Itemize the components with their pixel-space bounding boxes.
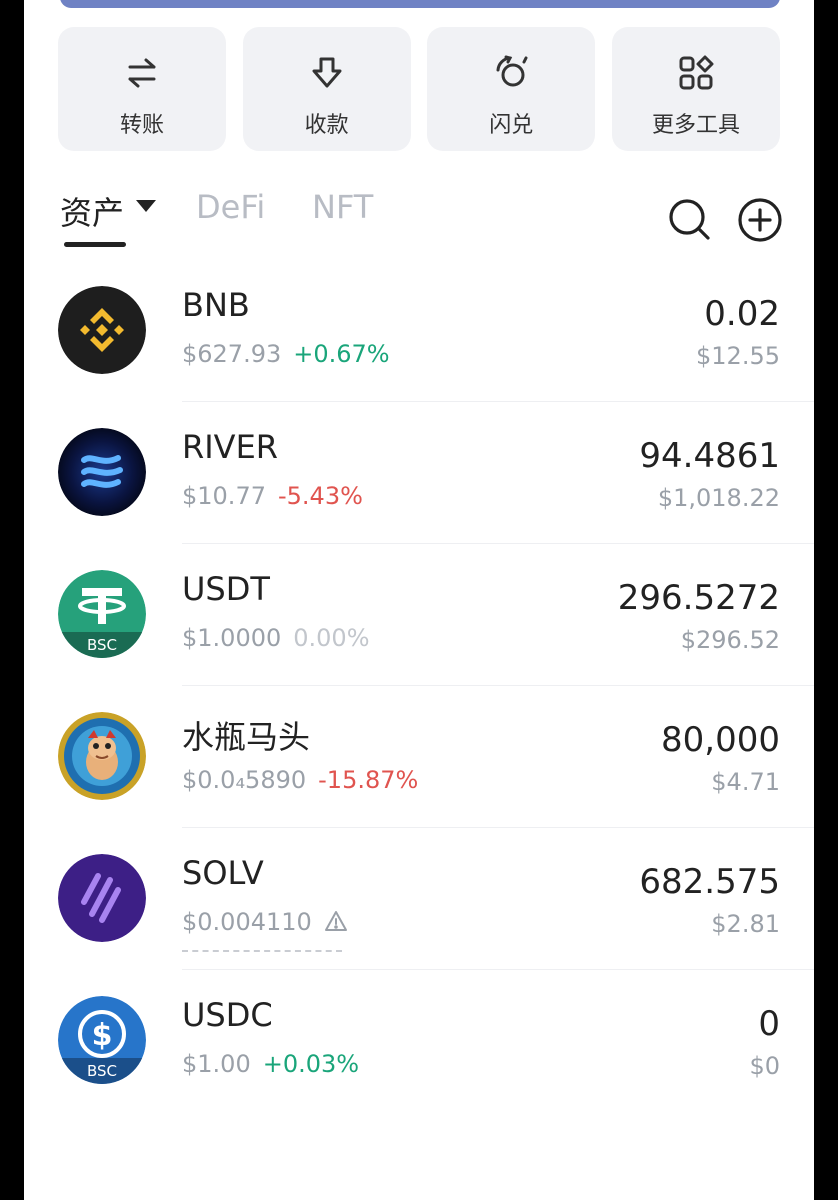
token-value: $4.71 xyxy=(711,768,780,796)
swap-icon xyxy=(491,53,531,93)
token-row-aquarius-horse[interactable]: 水瓶马头 $0.0₄5890 -15.87% 80,000 $4.71 xyxy=(24,686,814,828)
token-amount: 682.575 xyxy=(639,862,780,902)
token-change: +0.67% xyxy=(293,340,390,368)
transfer-button[interactable]: 转账 xyxy=(58,27,226,151)
usdc-logo-icon: $ BSC xyxy=(58,996,146,1084)
phone-screen: 转账 收款 闪兑 更多工具 资产 DeFi NFT BNB $627.93 +0… xyxy=(24,0,814,1200)
solv-logo-icon xyxy=(58,854,146,942)
add-token-icon[interactable] xyxy=(736,196,784,244)
token-price: $0.0₄5890 xyxy=(182,766,307,794)
horse-head-logo-icon xyxy=(58,712,146,800)
token-row-solv[interactable]: SOLV $0.004110 682.575 $2.81 xyxy=(24,828,814,970)
token-symbol: RIVER xyxy=(182,428,279,466)
swap-label: 闪兑 xyxy=(489,113,534,138)
token-value: $1,018.22 xyxy=(657,484,780,512)
token-price: $0.004110 xyxy=(182,908,312,936)
usdt-logo-icon: BSC xyxy=(58,570,146,658)
token-row-usdt[interactable]: BSC USDT $1.0000 0.00% 296.5272 $296.52 xyxy=(24,544,814,686)
tab-nft[interactable]: NFT xyxy=(312,188,373,226)
token-price-line: $1.00 +0.03% xyxy=(182,1050,359,1078)
token-price: $1.0000 xyxy=(182,624,282,652)
token-symbol: USDC xyxy=(182,996,273,1034)
token-amount: 80,000 xyxy=(661,720,780,760)
svg-text:$: $ xyxy=(92,1018,113,1053)
tab-assets[interactable]: 资产 xyxy=(60,188,124,234)
token-row-river[interactable]: RIVER $10.77 -5.43% 94.4861 $1,018.22 xyxy=(24,402,814,544)
token-price: $1.00 xyxy=(182,1050,251,1078)
receive-icon xyxy=(307,53,347,93)
token-amount: 296.5272 xyxy=(617,578,780,618)
chain-badge-text: BSC xyxy=(87,1062,117,1080)
token-price-line: $0.004110 xyxy=(182,908,348,938)
top-banner-button[interactable] xyxy=(60,0,780,8)
token-amount: 0 xyxy=(758,1004,780,1044)
token-price-line: $627.93 +0.67% xyxy=(182,340,390,368)
token-change: -5.43% xyxy=(277,482,363,510)
price-unverified-underline xyxy=(182,950,342,952)
transfer-icon xyxy=(122,53,162,93)
more-tools-label: 更多工具 xyxy=(651,113,740,138)
token-value: $296.52 xyxy=(680,626,780,654)
token-value: $2.81 xyxy=(711,910,780,938)
receive-button[interactable]: 收款 xyxy=(242,27,411,151)
bnb-logo-icon xyxy=(58,286,146,374)
token-symbol: 水瓶马头 xyxy=(182,718,311,756)
token-change: 0.00% xyxy=(293,624,370,652)
more-tools-button[interactable]: 更多工具 xyxy=(611,27,780,151)
caret-down-icon[interactable] xyxy=(136,200,156,212)
river-logo-icon xyxy=(58,428,146,516)
token-price-line: $10.77 -5.43% xyxy=(182,482,363,510)
more-tools-icon xyxy=(676,53,716,93)
asset-tabs: 资产 DeFi NFT xyxy=(60,182,782,252)
active-tab-indicator xyxy=(64,242,126,247)
token-value: $12.55 xyxy=(696,342,780,370)
quick-actions: 转账 收款 闪兑 更多工具 xyxy=(58,27,780,151)
token-price: $627.93 xyxy=(182,340,282,368)
token-amount: 94.4861 xyxy=(639,436,780,476)
token-symbol: BNB xyxy=(182,286,250,324)
warning-icon[interactable] xyxy=(324,910,348,938)
receive-label: 收款 xyxy=(304,113,349,138)
token-price: $10.77 xyxy=(182,482,266,510)
token-price-line: $1.0000 0.00% xyxy=(182,624,370,652)
token-change: -15.87% xyxy=(318,766,419,794)
search-icon[interactable] xyxy=(666,196,714,244)
token-price-line: $0.0₄5890 -15.87% xyxy=(182,766,418,794)
swap-button[interactable]: 闪兑 xyxy=(427,27,596,151)
chain-badge-text: BSC xyxy=(87,636,117,654)
token-row-bnb[interactable]: BNB $627.93 +0.67% 0.02 $12.55 xyxy=(24,260,814,402)
tab-defi[interactable]: DeFi xyxy=(196,188,265,226)
token-symbol: SOLV xyxy=(182,854,264,892)
token-row-usdc[interactable]: $ BSC USDC $1.00 +0.03% 0 $0 xyxy=(24,970,814,1112)
transfer-label: 转账 xyxy=(119,113,164,138)
token-amount: 0.02 xyxy=(704,294,780,334)
token-symbol: USDT xyxy=(182,570,270,608)
token-list: BNB $627.93 +0.67% 0.02 $12.55 RIVER $10… xyxy=(24,260,814,1112)
token-change: +0.03% xyxy=(262,1050,360,1078)
token-value: $0 xyxy=(749,1052,780,1080)
